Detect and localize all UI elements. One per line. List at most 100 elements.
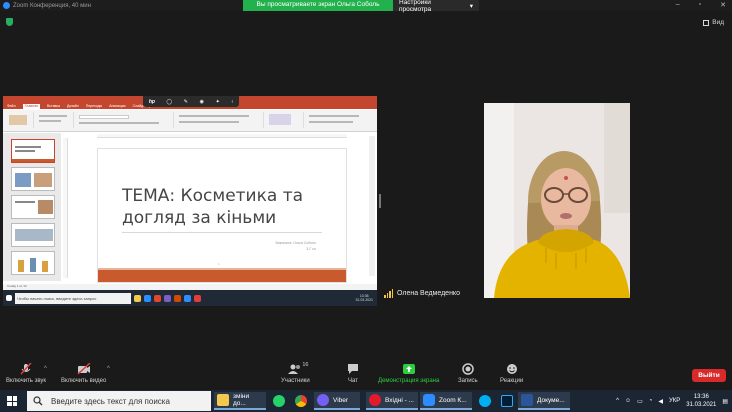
remote-search-box: Чтобы начать поиск, введите здесь запрос bbox=[15, 292, 131, 304]
battery-icon[interactable]: ▭ bbox=[637, 398, 643, 405]
zoom-icon bbox=[184, 294, 191, 302]
start-video-button[interactable]: Включить видео bbox=[61, 362, 107, 384]
close-button[interactable]: ✕ bbox=[720, 1, 726, 9]
shared-screen[interactable]: Файл Главная Вставка Дизайн Переходы Ани… bbox=[3, 96, 377, 306]
chrome-icon bbox=[194, 294, 201, 302]
search-icon bbox=[33, 396, 43, 406]
taskbar-item-opera[interactable]: Вхідні - ... bbox=[366, 392, 418, 410]
language-indicator[interactable]: УКР bbox=[669, 398, 680, 404]
connection-signal-icon bbox=[384, 289, 393, 298]
reactions-icon bbox=[505, 363, 519, 375]
tray-overflow-icon[interactable]: ^ bbox=[616, 398, 619, 404]
ribbon-divider bbox=[73, 112, 74, 128]
annotation-toolbar: hp ◯ ✎ ◉ ✦ ‹ bbox=[143, 96, 239, 107]
participants-label: Участники bbox=[281, 378, 310, 384]
hp-logo-icon: hp bbox=[148, 98, 155, 105]
taskbar-date: 31.03.2021 bbox=[686, 402, 717, 408]
circle-icon: ◉ bbox=[199, 98, 204, 105]
taskbar-search-box[interactable]: Введите здесь текст для поиска bbox=[27, 391, 211, 411]
people-icon[interactable]: ☺ bbox=[625, 398, 631, 404]
ribbon bbox=[3, 110, 377, 132]
taskbar-item-photoshop[interactable] bbox=[498, 392, 516, 410]
powerpoint-icon bbox=[174, 294, 181, 302]
unmute-label: Включить звук bbox=[6, 378, 47, 384]
taskbar-item-whatsapp[interactable] bbox=[270, 392, 288, 410]
start-video-label: Включить видео bbox=[61, 378, 107, 384]
record-button[interactable]: Запись bbox=[458, 363, 478, 384]
whatsapp-icon bbox=[273, 395, 285, 407]
taskbar-clock[interactable]: 13:36 31.03.2021 bbox=[686, 393, 716, 409]
viber-icon bbox=[317, 394, 329, 406]
video-options-caret-icon[interactable]: ^ bbox=[107, 366, 110, 372]
participants-count: 16 bbox=[302, 362, 309, 368]
taskbar-item-word[interactable]: Докуме... bbox=[518, 392, 570, 410]
taskbar-item-label: Докуме... bbox=[537, 396, 565, 404]
chrome-icon bbox=[295, 395, 307, 407]
author-line: 3-Г кл bbox=[306, 247, 316, 251]
record-icon bbox=[461, 363, 475, 375]
reactions-button[interactable]: Реакции bbox=[500, 363, 523, 384]
ribbon-text bbox=[39, 120, 61, 122]
mic-muted-icon bbox=[19, 362, 33, 375]
taskbar-item-label: зміни до... bbox=[233, 393, 250, 407]
audio-options-caret-icon[interactable]: ^ bbox=[44, 366, 47, 372]
record-dot-icon: ◯ bbox=[166, 98, 173, 105]
zoom-icon bbox=[423, 394, 435, 406]
ribbon-divider bbox=[173, 112, 174, 128]
ribbon-divider bbox=[263, 112, 264, 128]
remote-taskbar: Чтобы начать поиск, введите здесь запрос… bbox=[3, 290, 377, 306]
maximize-button[interactable]: ▫ bbox=[699, 1, 701, 9]
viber-icon bbox=[164, 294, 171, 302]
participant-video-image bbox=[484, 103, 630, 298]
camera-off-icon bbox=[77, 362, 91, 375]
chat-button[interactable]: Чат bbox=[346, 363, 360, 384]
ribbon-text bbox=[179, 121, 239, 123]
taskbar-search-placeholder: Введите здесь текст для поиска bbox=[51, 396, 170, 406]
pen-icon: ✎ bbox=[183, 98, 188, 105]
taskbar-item-skype[interactable] bbox=[476, 392, 494, 410]
slide-thumbnails: 1 2 3 4 5 bbox=[3, 133, 61, 281]
taskbar-item-label: Viber bbox=[333, 396, 349, 404]
vertical-ruler bbox=[63, 138, 68, 278]
opera-icon bbox=[369, 394, 381, 406]
share-screen-button[interactable]: Демонстрация экрана bbox=[378, 363, 439, 384]
ribbon-text bbox=[79, 122, 159, 124]
edge-icon bbox=[144, 294, 151, 302]
taskbar-item-zoom[interactable]: Zoom К... bbox=[420, 392, 472, 410]
share-banner-text: Вы просматриваете экран Ольга Соболь bbox=[243, 0, 393, 11]
meeting-toolbar: Включить звук Включить видео ^ ^ 16 Учас… bbox=[0, 359, 732, 389]
ribbon-text bbox=[309, 115, 359, 117]
zoom-window: Zoom Конференция, 40 мин – ▫ ✕ Вы просма… bbox=[0, 0, 732, 412]
unmute-button[interactable]: Включить звук bbox=[6, 362, 47, 384]
current-slide: ТЕМА: Косметика та догляд за кіньми Вико… bbox=[97, 148, 347, 283]
view-button[interactable]: Вид bbox=[703, 19, 724, 26]
share-screen-label: Демонстрация экрана bbox=[378, 378, 440, 384]
participants-button[interactable]: 16 Участники bbox=[281, 362, 310, 384]
security-shield-icon[interactable] bbox=[6, 18, 13, 26]
windows-taskbar: Введите здесь текст для поиска зміни до.… bbox=[0, 390, 732, 412]
office-icon bbox=[154, 294, 161, 302]
record-label: Запись bbox=[458, 378, 478, 384]
taskbar-item-explorer[interactable]: зміни до... bbox=[214, 392, 266, 410]
ribbon-divider bbox=[303, 112, 304, 128]
view-settings-button[interactable]: Настройки просмотра ▾ bbox=[393, 0, 479, 13]
split-handle[interactable] bbox=[379, 194, 381, 208]
volume-icon[interactable]: ◀ bbox=[658, 398, 663, 405]
file-explorer-icon bbox=[217, 394, 229, 406]
taskbar-time: 13:36 bbox=[693, 394, 709, 400]
view-button-label: Вид bbox=[712, 19, 724, 26]
taskbar-item-viber[interactable]: Viber bbox=[314, 392, 360, 410]
notification-center-icon[interactable]: ▤ bbox=[722, 398, 728, 405]
minimize-button[interactable]: – bbox=[676, 1, 680, 9]
network-icon[interactable]: ◔ bbox=[649, 398, 653, 404]
view-settings-label: Настройки просмотра bbox=[399, 0, 432, 13]
paste-icon bbox=[9, 115, 27, 125]
folder-icon bbox=[134, 294, 141, 302]
windows-start-button[interactable] bbox=[7, 396, 17, 406]
taskbar-item-chrome[interactable] bbox=[292, 392, 310, 410]
participant-video[interactable] bbox=[484, 103, 630, 298]
leave-meeting-button[interactable]: Выйти bbox=[692, 369, 726, 382]
taskbar-item-label: Zoom К... bbox=[439, 396, 467, 404]
slide-scrollbar bbox=[369, 136, 375, 276]
horizontal-ruler bbox=[97, 134, 347, 138]
